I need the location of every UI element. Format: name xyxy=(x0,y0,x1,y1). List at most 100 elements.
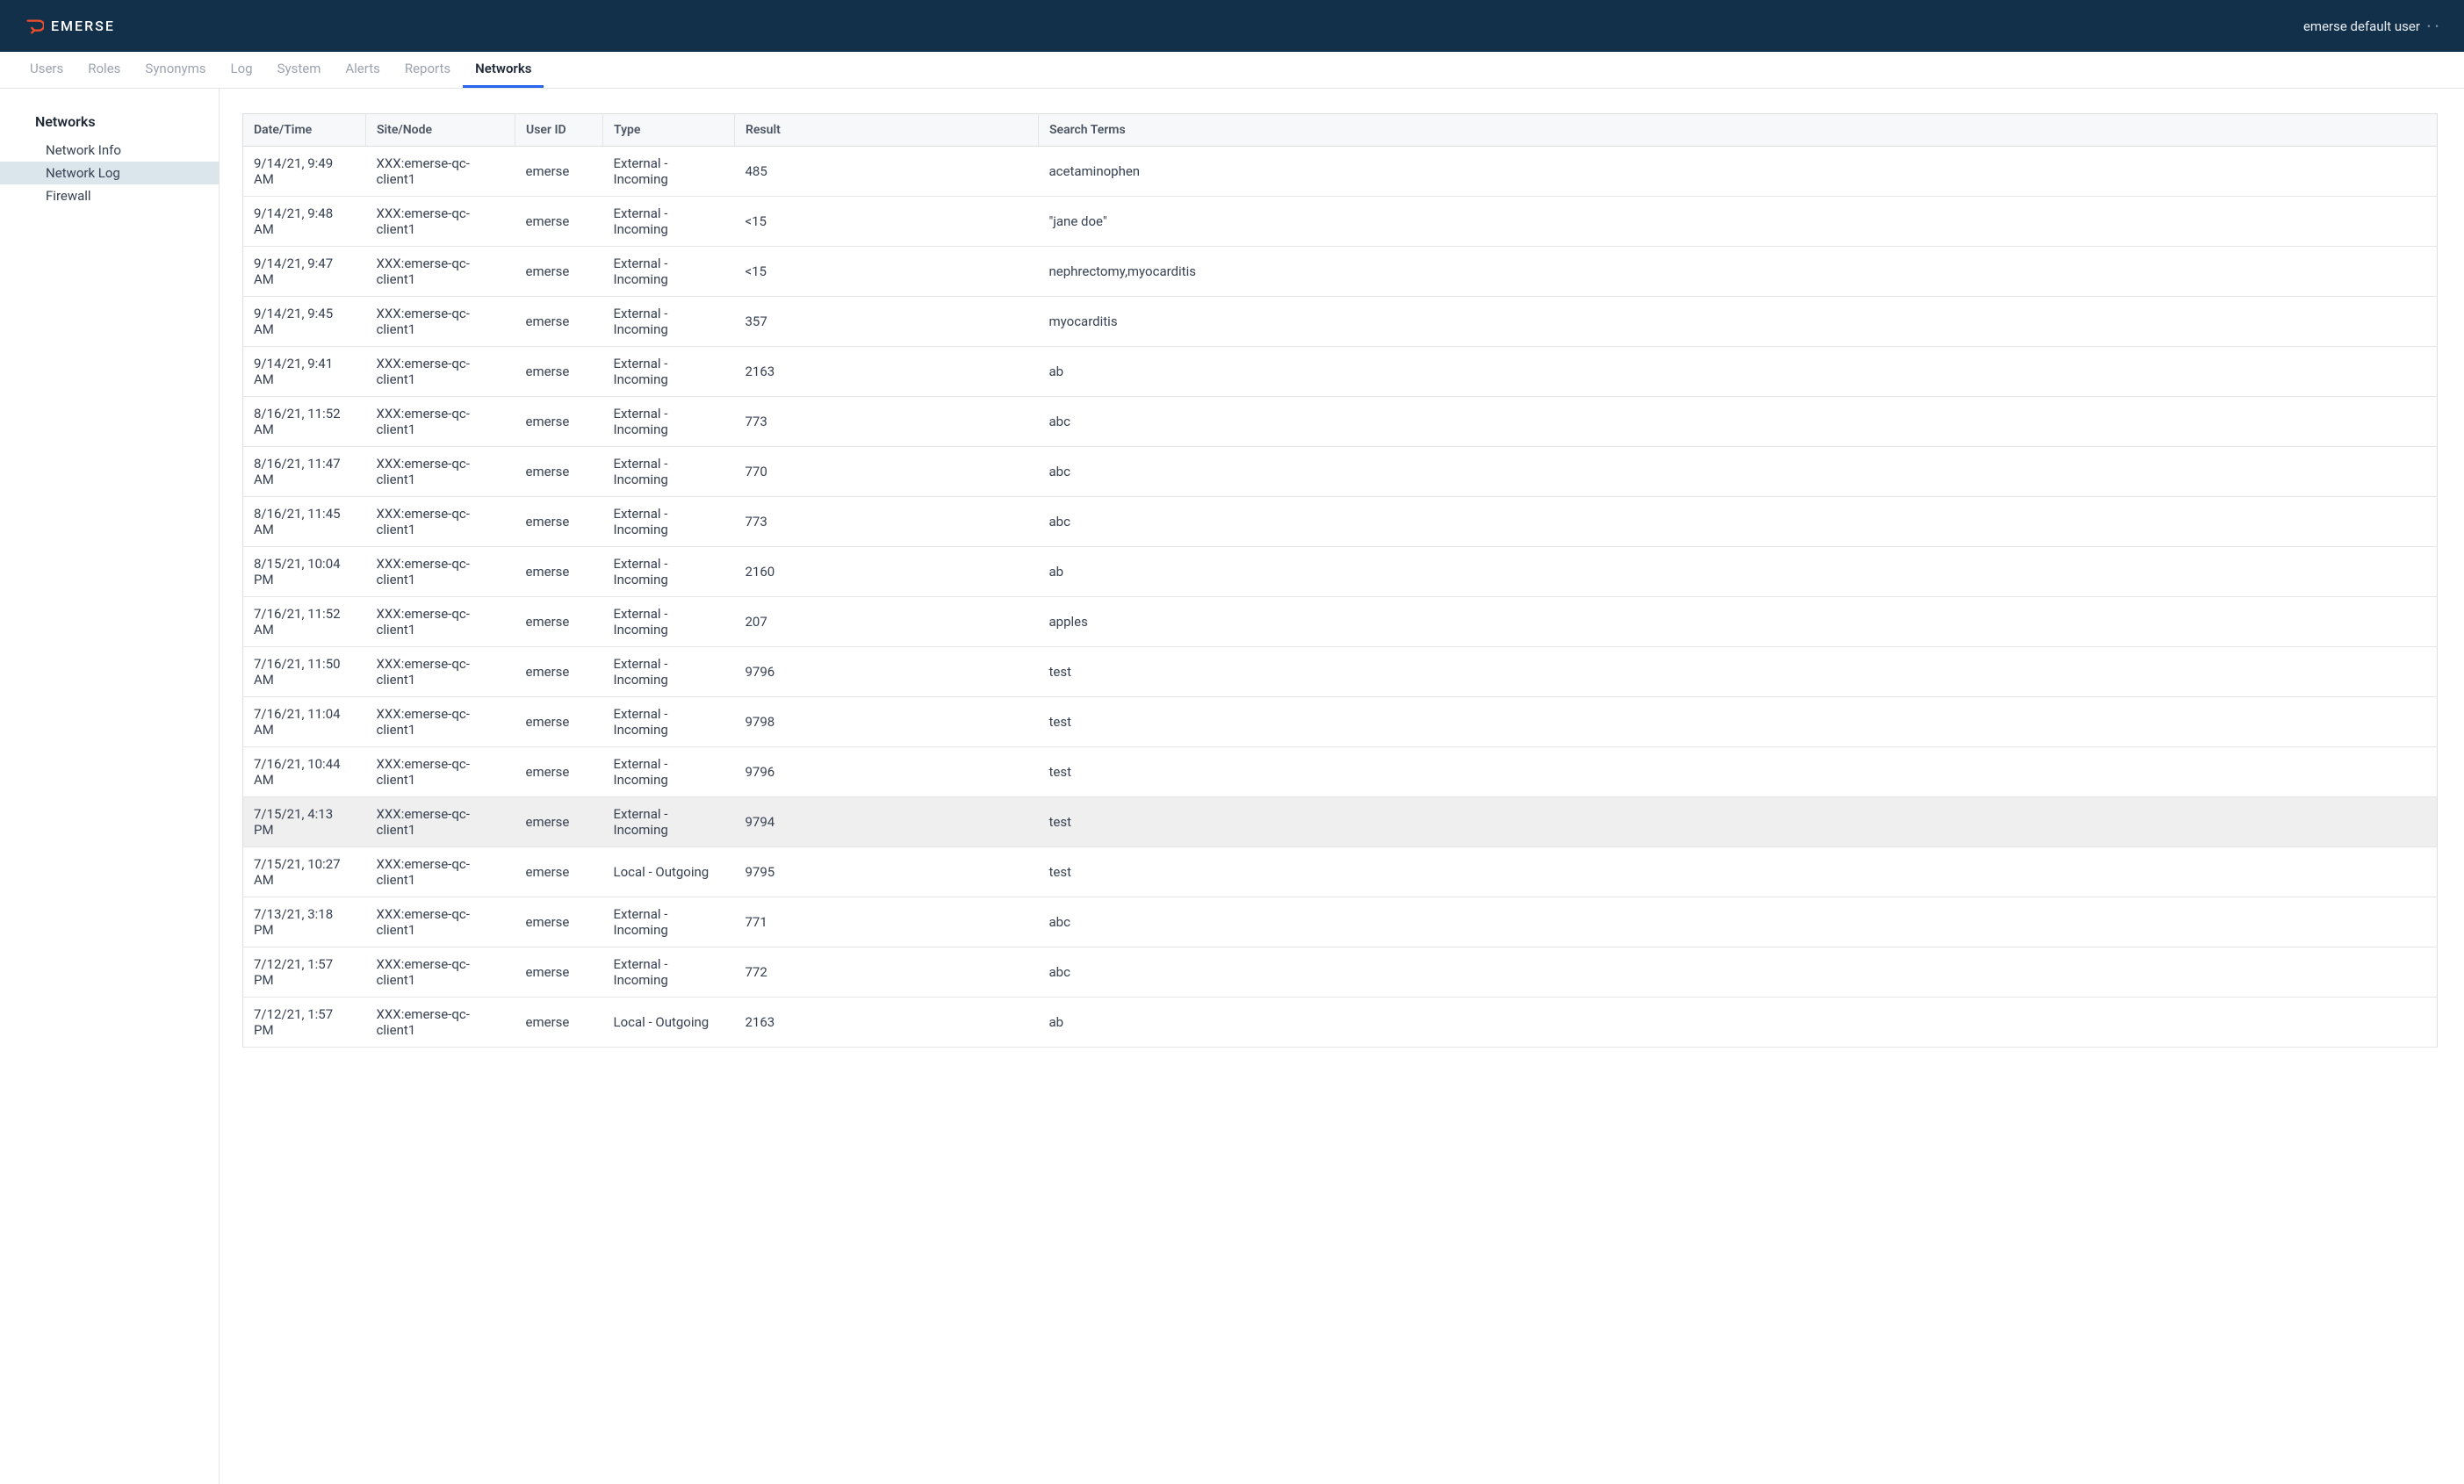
cell-result: 9795 xyxy=(735,847,1039,897)
table-row[interactable]: 7/16/21, 10:44 AMXXX:emerse-qc-client1em… xyxy=(243,747,2438,797)
cell-user: emerse xyxy=(515,347,603,397)
cell-datetime: 7/16/21, 11:04 AM xyxy=(243,697,366,747)
cell-terms: abc xyxy=(1039,897,2438,947)
cell-terms: test xyxy=(1039,747,2438,797)
nav-item-roles[interactable]: Roles xyxy=(76,52,133,88)
cell-user: emerse xyxy=(515,147,603,197)
cell-user: emerse xyxy=(515,297,603,347)
nav-item-synonyms[interactable]: Synonyms xyxy=(133,52,218,88)
main-content: Networks Network InfoNetwork LogFirewall… xyxy=(0,89,2464,1484)
nav-item-users[interactable]: Users xyxy=(18,52,76,88)
cell-terms: abc xyxy=(1039,447,2438,497)
cell-result: 9794 xyxy=(735,797,1039,847)
table-row[interactable]: 7/15/21, 4:13 PMXXX:emerse-qc-client1eme… xyxy=(243,797,2438,847)
col-header-user[interactable]: User ID xyxy=(515,114,603,147)
nav-item-reports[interactable]: Reports xyxy=(393,52,463,88)
cell-user: emerse xyxy=(515,797,603,847)
cell-terms: test xyxy=(1039,697,2438,747)
main-nav: UsersRolesSynonymsLogSystemAlertsReports… xyxy=(0,52,2464,89)
col-header-terms[interactable]: Search Terms xyxy=(1039,114,2438,147)
cell-result: 773 xyxy=(735,497,1039,547)
nav-item-log[interactable]: Log xyxy=(219,52,265,88)
cell-type: External - Incoming xyxy=(603,147,735,197)
cell-site: XXX:emerse-qc-client1 xyxy=(366,347,515,397)
cell-site: XXX:emerse-qc-client1 xyxy=(366,647,515,697)
nav-item-alerts[interactable]: Alerts xyxy=(333,52,393,88)
cell-user: emerse xyxy=(515,197,603,247)
table-row[interactable]: 8/15/21, 10:04 PMXXX:emerse-qc-client1em… xyxy=(243,547,2438,597)
table-row[interactable]: 8/16/21, 11:47 AMXXX:emerse-qc-client1em… xyxy=(243,447,2438,497)
table-row[interactable]: 9/14/21, 9:41 AMXXX:emerse-qc-client1eme… xyxy=(243,347,2438,397)
cell-result: 772 xyxy=(735,947,1039,998)
cell-user: emerse xyxy=(515,497,603,547)
cell-site: XXX:emerse-qc-client1 xyxy=(366,897,515,947)
cell-site: XXX:emerse-qc-client1 xyxy=(366,747,515,797)
table-row[interactable]: 9/14/21, 9:49 AMXXX:emerse-qc-client1eme… xyxy=(243,147,2438,197)
cell-terms: ab xyxy=(1039,547,2438,597)
table-row[interactable]: 8/16/21, 11:52 AMXXX:emerse-qc-client1em… xyxy=(243,397,2438,447)
cell-site: XXX:emerse-qc-client1 xyxy=(366,697,515,747)
nav-item-networks[interactable]: Networks xyxy=(463,52,544,88)
sidebar-item-firewall[interactable]: Firewall xyxy=(0,184,219,207)
col-header-datetime[interactable]: Date/Time xyxy=(243,114,366,147)
cell-result: 357 xyxy=(735,297,1039,347)
table-header-row: Date/Time Site/Node User ID Type Result … xyxy=(243,114,2438,147)
cell-user: emerse xyxy=(515,597,603,647)
sidebar: Networks Network InfoNetwork LogFirewall xyxy=(0,89,220,1484)
sidebar-item-network-log[interactable]: Network Log xyxy=(0,162,219,184)
cell-site: XXX:emerse-qc-client1 xyxy=(366,297,515,347)
table-row[interactable]: 7/16/21, 11:50 AMXXX:emerse-qc-client1em… xyxy=(243,647,2438,697)
cell-site: XXX:emerse-qc-client1 xyxy=(366,947,515,998)
table-row[interactable]: 7/12/21, 1:57 PMXXX:emerse-qc-client1eme… xyxy=(243,947,2438,998)
table-row[interactable]: 7/16/21, 11:52 AMXXX:emerse-qc-client1em… xyxy=(243,597,2438,647)
brand-logo[interactable]: EMERSE xyxy=(25,17,115,36)
table-row[interactable]: 8/16/21, 11:45 AMXXX:emerse-qc-client1em… xyxy=(243,497,2438,547)
cell-terms: abc xyxy=(1039,947,2438,998)
cell-user: emerse xyxy=(515,397,603,447)
cell-result: 207 xyxy=(735,597,1039,647)
col-header-result[interactable]: Result xyxy=(735,114,1039,147)
table-row[interactable]: 9/14/21, 9:45 AMXXX:emerse-qc-client1eme… xyxy=(243,297,2438,347)
cell-user: emerse xyxy=(515,998,603,1048)
cell-datetime: 7/16/21, 11:50 AM xyxy=(243,647,366,697)
cell-terms: acetaminophen xyxy=(1039,147,2438,197)
table-row[interactable]: 9/14/21, 9:47 AMXXX:emerse-qc-client1eme… xyxy=(243,247,2438,297)
cell-datetime: 9/14/21, 9:47 AM xyxy=(243,247,366,297)
col-header-site[interactable]: Site/Node xyxy=(366,114,515,147)
table-row[interactable]: 7/12/21, 1:57 PMXXX:emerse-qc-client1eme… xyxy=(243,998,2438,1048)
cell-terms: test xyxy=(1039,647,2438,697)
cell-user: emerse xyxy=(515,547,603,597)
cell-user: emerse xyxy=(515,747,603,797)
cell-terms: nephrectomy,myocarditis xyxy=(1039,247,2438,297)
cell-datetime: 7/13/21, 3:18 PM xyxy=(243,897,366,947)
cell-type: External - Incoming xyxy=(603,297,735,347)
cell-user: emerse xyxy=(515,897,603,947)
cell-datetime: 7/15/21, 4:13 PM xyxy=(243,797,366,847)
cell-type: External - Incoming xyxy=(603,247,735,297)
user-menu[interactable]: emerse default user • • xyxy=(2303,18,2439,34)
cell-user: emerse xyxy=(515,697,603,747)
cell-datetime: 7/15/21, 10:27 AM xyxy=(243,847,366,897)
menu-dots-icon: • • xyxy=(2427,20,2439,32)
table-row[interactable]: 7/15/21, 10:27 AMXXX:emerse-qc-client1em… xyxy=(243,847,2438,897)
content-area: Date/Time Site/Node User ID Type Result … xyxy=(220,89,2464,1484)
cell-result: 9796 xyxy=(735,747,1039,797)
network-log-table: Date/Time Site/Node User ID Type Result … xyxy=(242,113,2438,1048)
table-row[interactable]: 7/13/21, 3:18 PMXXX:emerse-qc-client1eme… xyxy=(243,897,2438,947)
cell-type: External - Incoming xyxy=(603,347,735,397)
cell-terms: test xyxy=(1039,797,2438,847)
cell-terms: ab xyxy=(1039,347,2438,397)
cell-user: emerse xyxy=(515,447,603,497)
cell-terms: apples xyxy=(1039,597,2438,647)
brand-name: EMERSE xyxy=(51,18,115,34)
table-row[interactable]: 7/16/21, 11:04 AMXXX:emerse-qc-client1em… xyxy=(243,697,2438,747)
cell-type: Local - Outgoing xyxy=(603,998,735,1048)
cell-type: External - Incoming xyxy=(603,597,735,647)
col-header-type[interactable]: Type xyxy=(603,114,735,147)
cell-site: XXX:emerse-qc-client1 xyxy=(366,197,515,247)
cell-user: emerse xyxy=(515,947,603,998)
cell-site: XXX:emerse-qc-client1 xyxy=(366,397,515,447)
sidebar-item-network-info[interactable]: Network Info xyxy=(0,139,219,162)
nav-item-system[interactable]: System xyxy=(265,52,334,88)
table-row[interactable]: 9/14/21, 9:48 AMXXX:emerse-qc-client1eme… xyxy=(243,197,2438,247)
